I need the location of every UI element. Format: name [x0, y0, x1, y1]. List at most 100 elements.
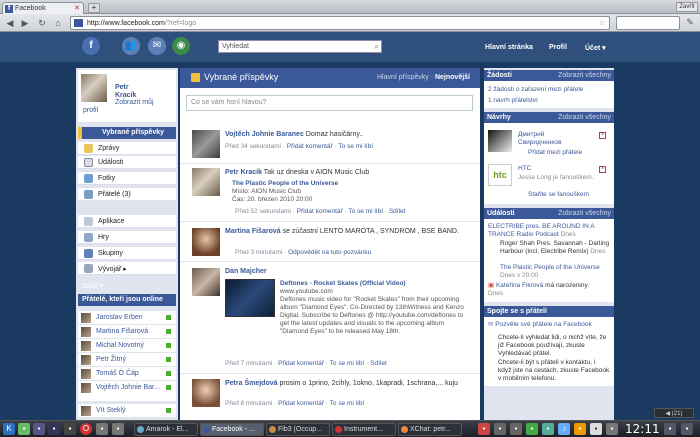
close-tab-icon[interactable]: ✕ [74, 4, 80, 12]
post-author-avatar[interactable] [192, 379, 220, 407]
tab-top-news[interactable]: Hlavní příspěvky [377, 74, 429, 81]
nav-friends[interactable]: Přátelé (3) [78, 188, 176, 201]
event-title[interactable]: The Plastic People of the Universe [232, 180, 338, 188]
clock[interactable]: 12:11 [625, 422, 660, 436]
comment-link[interactable]: Přidat komentář [287, 143, 333, 150]
rsvp-link[interactable]: Odpovědět na tuto pozvánku [288, 249, 371, 256]
post-author-avatar[interactable] [192, 228, 220, 256]
app-icon[interactable]: ▪ [96, 423, 108, 435]
post-author[interactable]: Vojtěch Johnie Baranec [225, 131, 304, 138]
tray-icon[interactable]: ▪ [664, 423, 676, 435]
files-icon[interactable]: ▪ [33, 423, 45, 435]
volume-icon[interactable]: ♪ [558, 423, 570, 435]
back-icon[interactable]: ◀ [4, 17, 16, 29]
kde-menu-icon[interactable]: K [3, 423, 15, 435]
friend-finder-text[interactable]: Chcete-li vyhledat lidi, o nichž víte, ž… [498, 334, 610, 358]
post-author[interactable]: Petr Kracík [225, 169, 262, 176]
like-link[interactable]: To se mi líbí [330, 360, 365, 367]
post-author-avatar[interactable] [192, 168, 220, 196]
nav-messages[interactable]: Zprávy [78, 142, 176, 155]
tray-expand[interactable]: ◀ (21) [654, 408, 694, 418]
htc-logo[interactable]: htc [488, 164, 512, 186]
facebook-search-input[interactable]: Vyhledat ⌕ [218, 40, 382, 53]
nav-games[interactable]: Hry [78, 231, 176, 244]
address-bar[interactable]: http://www.facebook.com/?ref=logo ☆ [70, 16, 610, 30]
dismiss-icon[interactable]: × [599, 166, 606, 173]
account-menu[interactable]: Účet ▾ [585, 44, 606, 52]
comment-link[interactable]: Přidat komentář [278, 400, 324, 407]
online-friend[interactable]: Vít Steklý [78, 404, 176, 417]
nav-news-feed[interactable]: Vybrané příspěvky [78, 127, 176, 139]
post-author-avatar[interactable] [192, 268, 220, 296]
terminal-icon[interactable]: ▪ [48, 423, 60, 435]
nav-apps[interactable]: Aplikace [78, 215, 176, 228]
friend-suggestion-link[interactable]: 1 návrh přátelství [488, 97, 612, 105]
event-item[interactable]: The Plastic People of the Universe Dnes v… [500, 264, 610, 280]
share-link[interactable]: Sdílet [370, 360, 387, 367]
search-engine-box[interactable] [616, 16, 680, 30]
online-friend[interactable]: Vojtěch Johnie Bar... [78, 381, 176, 401]
nav-developer[interactable]: Vývojář ▸ [78, 262, 176, 275]
profile-name[interactable]: Petr Kracík [115, 84, 136, 100]
mobile-text[interactable]: Chcete-li být s přáteli v kontaktu, i kd… [498, 359, 610, 383]
home-icon[interactable]: ⌂ [52, 17, 64, 29]
tray-icon[interactable]: ▪ [494, 423, 506, 435]
taskbar-item-amarok[interactable]: Amarok - El... [134, 423, 198, 436]
taskbar-item-fib3[interactable]: Fib3 (Occup... [266, 423, 330, 436]
reload-icon[interactable]: ↻ [36, 17, 48, 29]
requests-see-all[interactable]: Zobrazit všechny [558, 72, 611, 79]
opera-icon[interactable]: O [80, 423, 92, 435]
wrench-menu-icon[interactable]: ✎ [684, 17, 696, 29]
birthday-item[interactable]: ▣ Kateřina Fikrová má narozeniny. Dnes [488, 282, 608, 298]
tray-icon[interactable]: ▪ [681, 423, 693, 435]
tray-icon[interactable]: ▪ [590, 423, 602, 435]
invite-friends-link[interactable]: ✉ Pozvěte své přátele na Facebook [488, 321, 612, 329]
notifications-globe-icon[interactable]: ◉ [172, 37, 190, 55]
tray-icon[interactable]: ▪ [574, 423, 586, 435]
taskbar-item-xchat[interactable]: XChat: petr... [398, 423, 462, 436]
video-thumbnail[interactable] [225, 279, 275, 317]
app-icon[interactable]: ▪ [112, 423, 124, 435]
window-close-button[interactable]: Zavřít [676, 2, 698, 12]
nav-events[interactable]: Události [78, 156, 176, 169]
friend-requests-icon[interactable]: 👥 [122, 37, 140, 55]
tray-icon[interactable]: ▪ [478, 423, 490, 435]
new-tab-button[interactable]: + [88, 3, 100, 13]
search-icon[interactable]: ⌕ [375, 42, 379, 52]
view-profile-link[interactable]: Zobrazit můj [115, 99, 154, 106]
event-item[interactable]: Roger Shah Pres. Savannah - Darling Harb… [500, 240, 610, 256]
messages-icon[interactable]: ✉ [148, 37, 166, 55]
comment-link[interactable]: Přidat komentář [278, 360, 324, 367]
link-title[interactable]: Deftones - Rocket Skates (Official Video… [280, 280, 470, 288]
facebook-logo-icon[interactable]: f [82, 37, 100, 55]
home-link[interactable]: Hlavní stránka [485, 44, 533, 51]
event-item[interactable]: ELECTRIBE pres. BE AROUND IN A TRANCE Ra… [488, 223, 608, 239]
events-see-all[interactable]: Zobrazit všechny [558, 210, 611, 217]
suggestion-name[interactable]: Дмитрий Свиридченков [518, 131, 588, 147]
tray-icon[interactable]: ▪ [606, 423, 618, 435]
post-author[interactable]: Martina Fišarová [225, 228, 281, 235]
forward-icon[interactable]: ▶ [19, 17, 31, 29]
online-friend[interactable]: Tomáš Ó Čáp [78, 367, 176, 380]
tray-icon[interactable]: ▪ [542, 423, 554, 435]
taskbar-item-instrument[interactable]: Instrument... [332, 423, 396, 436]
browser-tab-facebook[interactable]: f Facebook ✕ [2, 2, 84, 14]
status-input[interactable]: Co se vám honí hlavou? [186, 95, 473, 111]
tab-most-recent[interactable]: Nejnovější [435, 74, 470, 81]
friend-requests-link[interactable]: 2 žádosti o zařazení mezi přátele [488, 86, 612, 94]
profile-link[interactable]: Profil [549, 44, 567, 51]
suggestions-see-all[interactable]: Zobrazit všechny [558, 114, 611, 121]
become-fan-link[interactable]: Staňte se fanouškem [528, 191, 608, 199]
tray-icon[interactable]: ▪ [526, 423, 538, 435]
online-friend[interactable]: Michal Novotný [78, 339, 176, 352]
online-friend[interactable]: Jaroslav Erben [78, 311, 176, 324]
post-author[interactable]: Petra Šmejdová [225, 380, 278, 387]
online-friend[interactable]: Martina Fišarová [78, 325, 176, 338]
add-friend-link[interactable]: Přidat mezi přátele [528, 149, 608, 157]
dismiss-icon[interactable]: × [599, 132, 606, 139]
desktop-icon[interactable]: ▪ [18, 423, 30, 435]
like-link[interactable]: To se mi líbí [330, 400, 365, 407]
tray-icon[interactable]: ▪ [510, 423, 522, 435]
profile-avatar[interactable] [81, 74, 107, 102]
post-author-avatar[interactable] [192, 130, 220, 158]
